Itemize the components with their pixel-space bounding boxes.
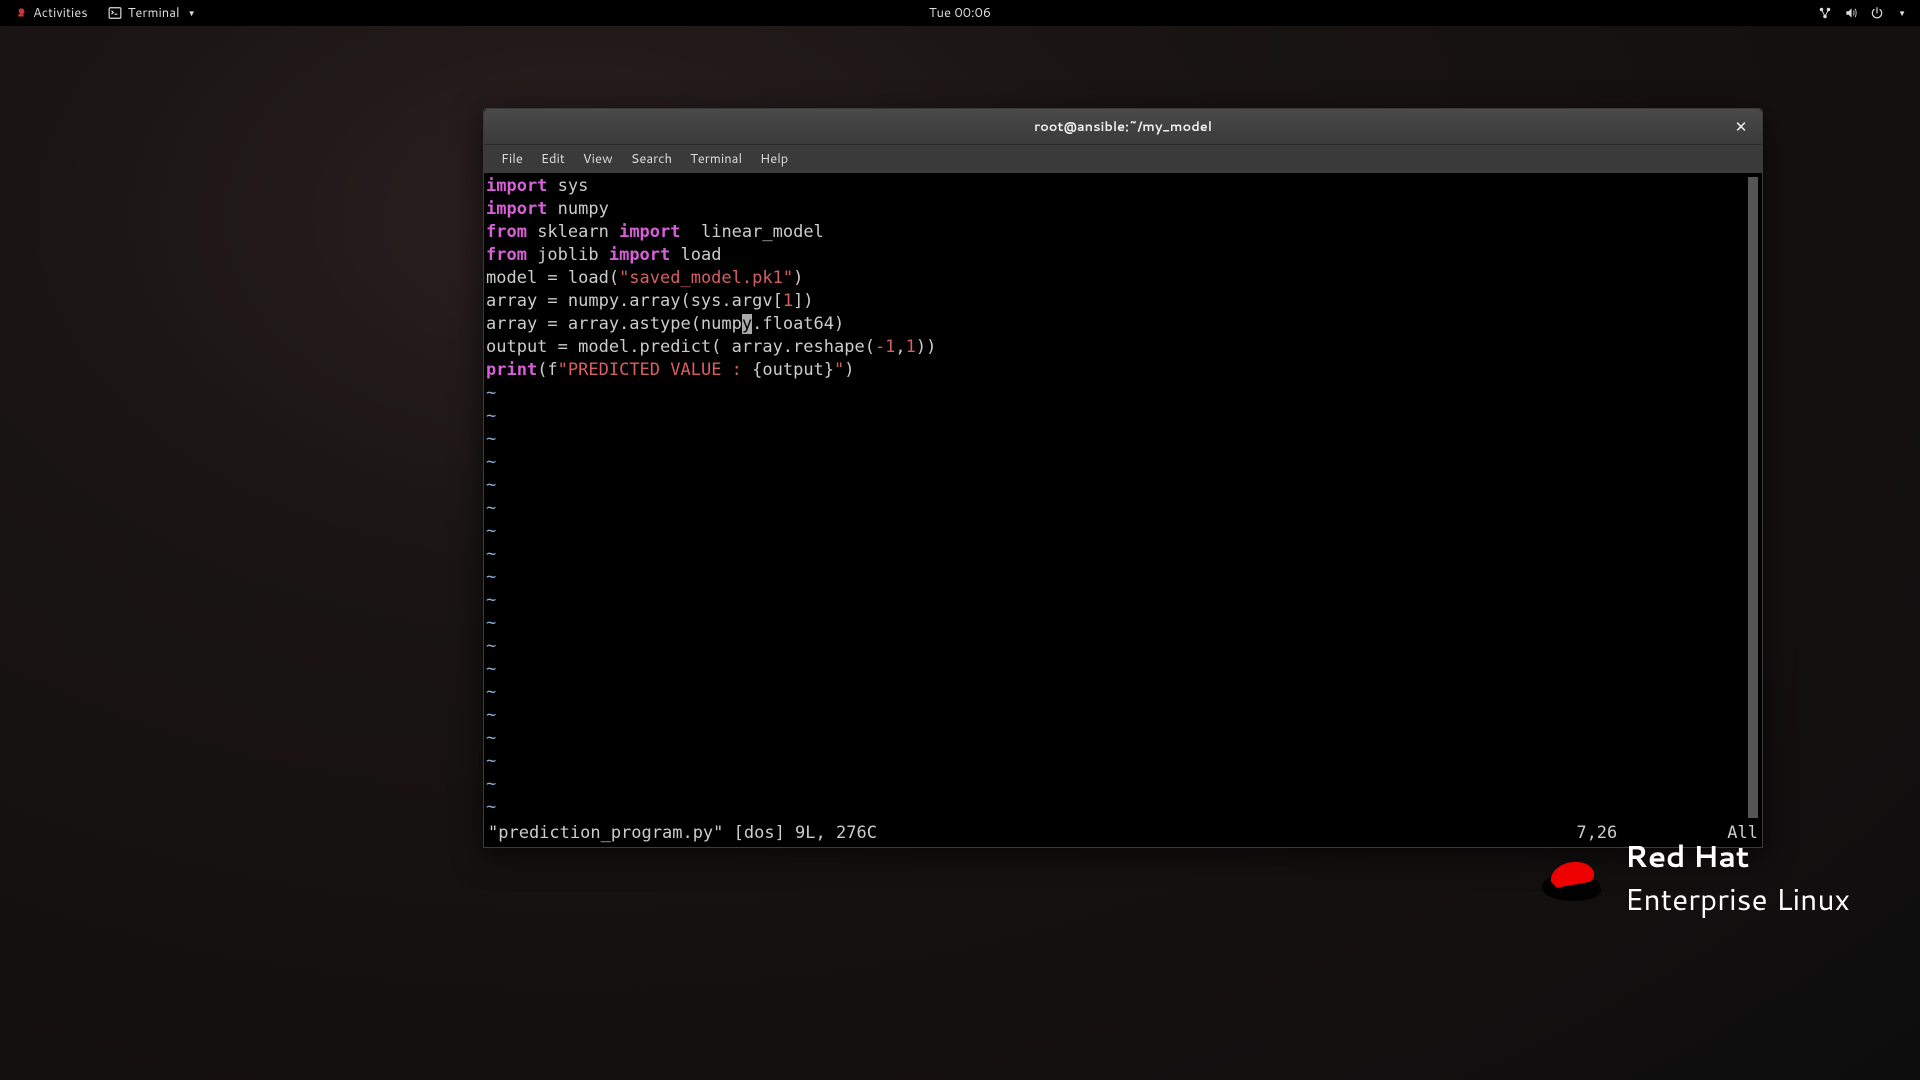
code-text: ) bbox=[793, 268, 803, 288]
code-number: 1 bbox=[783, 291, 793, 311]
gnome-topbar: Activities Terminal ▼ Tue 00:06 ▼ bbox=[0, 0, 1920, 26]
activities-label: Activities bbox=[33, 4, 88, 22]
vim-cursor: y bbox=[742, 314, 752, 334]
code-string: "saved_model.pk1" bbox=[619, 268, 793, 288]
terminal-body[interactable]: import sys import numpy from sklearn imp… bbox=[484, 173, 1762, 822]
system-tray[interactable]: ▼ bbox=[1818, 6, 1914, 20]
code-number: -1 bbox=[875, 337, 895, 357]
fedora-icon bbox=[14, 6, 28, 20]
code-text: array = array.astype(nump bbox=[486, 314, 742, 334]
close-button[interactable]: ✕ bbox=[1730, 116, 1752, 138]
volume-icon bbox=[1844, 6, 1858, 20]
code-text: output = model.predict( array.reshape( bbox=[486, 337, 875, 357]
redhat-branding: Red Hat Enterprise Linux bbox=[1535, 834, 1850, 920]
menu-terminal[interactable]: Terminal bbox=[681, 146, 751, 172]
vim-tilde: ~ bbox=[486, 544, 496, 564]
code-keyword: import bbox=[486, 199, 547, 219]
code-text: .float64) bbox=[752, 314, 844, 334]
code-keyword: from bbox=[486, 245, 527, 265]
menu-file[interactable]: File bbox=[492, 146, 532, 172]
vim-tilde: ~ bbox=[486, 521, 496, 541]
menu-help[interactable]: Help bbox=[751, 146, 797, 172]
vim-status-file: "prediction_program.py" [dos] 9L, 276C bbox=[488, 822, 877, 845]
code-keyword: import bbox=[609, 245, 670, 265]
code-text: load bbox=[670, 245, 721, 265]
vim-tilde: ~ bbox=[486, 728, 496, 748]
code-keyword: from bbox=[486, 222, 527, 242]
clock[interactable]: Tue 00:06 bbox=[929, 4, 991, 22]
redhat-line2: Enterprise Linux bbox=[1625, 877, 1850, 920]
power-icon bbox=[1870, 6, 1884, 20]
topbar-left: Activities Terminal ▼ bbox=[6, 2, 204, 24]
vim-tilde: ~ bbox=[486, 659, 496, 679]
menu-edit[interactable]: Edit bbox=[532, 146, 574, 172]
vim-tilde: ~ bbox=[486, 774, 496, 794]
code-string: " bbox=[834, 360, 844, 380]
terminal-icon bbox=[108, 6, 122, 20]
vim-tilde: ~ bbox=[486, 475, 496, 495]
close-icon: ✕ bbox=[1735, 116, 1748, 137]
network-icon bbox=[1818, 6, 1832, 20]
window-title: root@ansible:~/my_model bbox=[1034, 118, 1212, 136]
vim-tilde: ~ bbox=[486, 751, 496, 771]
code-text: ]) bbox=[793, 291, 813, 311]
code-text: numpy bbox=[547, 199, 608, 219]
vim-tilde: ~ bbox=[486, 429, 496, 449]
code-text: sklearn bbox=[527, 222, 619, 242]
vim-tilde: ~ bbox=[486, 613, 496, 633]
vim-tilde: ~ bbox=[486, 797, 496, 817]
window-titlebar[interactable]: root@ansible:~/my_model ✕ bbox=[484, 109, 1762, 145]
terminal-window: root@ansible:~/my_model ✕ File Edit View… bbox=[483, 108, 1763, 848]
code-text: (f bbox=[537, 360, 557, 380]
vim-tilde: ~ bbox=[486, 682, 496, 702]
code-text: {output} bbox=[752, 360, 834, 380]
vim-tilde: ~ bbox=[486, 567, 496, 587]
menu-view[interactable]: View bbox=[574, 146, 622, 172]
redhat-line1: Red Hat bbox=[1625, 834, 1850, 877]
code-text: model = load( bbox=[486, 268, 619, 288]
code-text: linear_model bbox=[681, 222, 824, 242]
code-text: , bbox=[895, 337, 905, 357]
chevron-down-icon: ▼ bbox=[1898, 7, 1906, 19]
code-text: sys bbox=[547, 176, 588, 196]
code-number: 1 bbox=[906, 337, 916, 357]
chevron-down-icon: ▼ bbox=[188, 7, 196, 19]
activities-button[interactable]: Activities bbox=[6, 2, 96, 24]
terminal-scrollbar[interactable] bbox=[1748, 177, 1758, 818]
vim-tilde: ~ bbox=[486, 705, 496, 725]
vim-buffer: import sys import numpy from sklearn imp… bbox=[484, 175, 1748, 820]
redhat-fedora-icon bbox=[1535, 851, 1607, 903]
code-keyword: import bbox=[486, 176, 547, 196]
app-menu[interactable]: Terminal ▼ bbox=[100, 2, 204, 24]
vim-tilde: ~ bbox=[486, 636, 496, 656]
menu-search[interactable]: Search bbox=[622, 146, 681, 172]
code-text: )) bbox=[916, 337, 936, 357]
vim-tilde: ~ bbox=[486, 590, 496, 610]
code-text: joblib bbox=[527, 245, 609, 265]
vim-tilde: ~ bbox=[486, 452, 496, 472]
vim-tilde: ~ bbox=[486, 498, 496, 518]
terminal-menubar: File Edit View Search Terminal Help bbox=[484, 145, 1762, 173]
code-string: "PREDICTED VALUE : bbox=[558, 360, 752, 380]
code-keyword: print bbox=[486, 360, 537, 380]
code-text: ) bbox=[844, 360, 854, 380]
code-text: array = numpy.array(sys.argv[ bbox=[486, 291, 783, 311]
code-keyword: import bbox=[619, 222, 680, 242]
vim-tilde: ~ bbox=[486, 406, 496, 426]
redhat-text: Red Hat Enterprise Linux bbox=[1625, 834, 1850, 920]
app-menu-label: Terminal bbox=[128, 4, 180, 22]
vim-tilde: ~ bbox=[486, 383, 496, 403]
